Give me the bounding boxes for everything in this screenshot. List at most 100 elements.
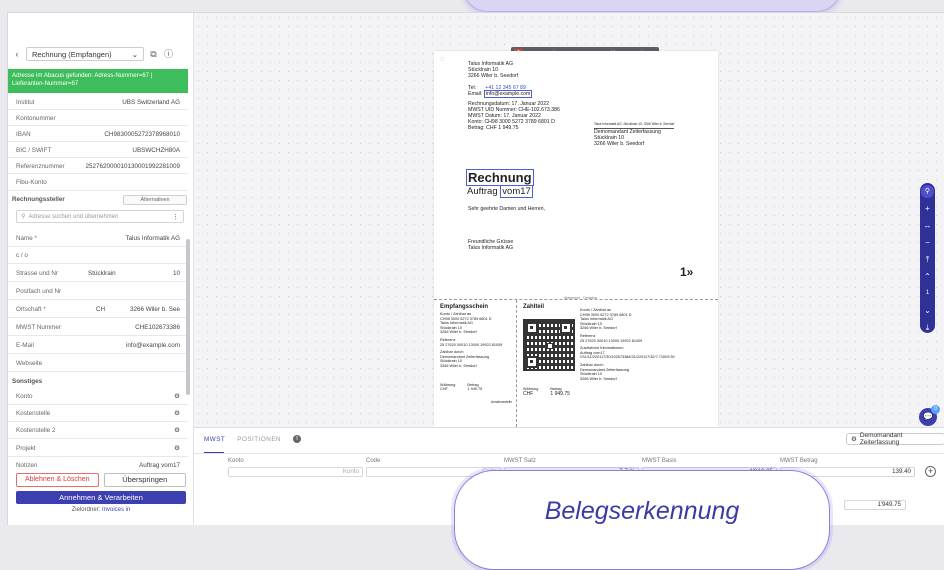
field-fibu-konto[interactable]: Fibu-Konto (16, 177, 180, 187)
currency-value: CHF (440, 387, 448, 392)
field-label: Kostenstelle 2 (16, 426, 56, 434)
settings-icon[interactable]: ⚙ (174, 444, 180, 452)
total-amount: 1'949.75 (844, 500, 906, 510)
divider (8, 353, 188, 354)
zoom-in-icon[interactable]: + (921, 202, 934, 215)
chat-button[interactable]: 💬 0 (919, 405, 940, 426)
receipt-title: Empfangsschein (440, 304, 489, 310)
receipt-amount: Währung CHF Betrag 1 949.75 (440, 383, 512, 392)
add-row-button[interactable]: + (925, 466, 936, 477)
konto-input[interactable]: Konto (228, 467, 363, 477)
field-email[interactable]: E-Mail info@example.com (16, 340, 180, 350)
settings-icon[interactable]: ⚙ (174, 426, 180, 434)
target-folder-link[interactable]: Invoices in (102, 507, 130, 513)
field-mwst-nummer[interactable]: MWST Nummer CHE102673386 (16, 322, 180, 332)
invoice-title: Rechnung (466, 169, 534, 186)
first-page-icon[interactable]: ⤒ (921, 253, 934, 266)
settings-icon[interactable]: ⚙ (174, 409, 180, 417)
field-projekt[interactable]: Projekt ⚙ (16, 443, 180, 453)
field-label: E-Mail (16, 341, 34, 349)
info-icon[interactable]: ⓘ (163, 49, 174, 60)
recipient-address: Demomandant Zeiterfassung Stücklrain 10 … (594, 129, 661, 147)
tab-divider (194, 453, 944, 454)
document-viewer[interactable]: A QR-Rechnungen_NEU.pdf - 10 Seiten ◌ Ta… (194, 13, 944, 427)
currency-value: CHF (523, 390, 534, 397)
cut-label: Abtrennen · Detacher (564, 296, 598, 300)
divider (8, 157, 188, 158)
field-label: Projekt (16, 444, 36, 452)
field-kontonummer[interactable]: Kontonummer (16, 113, 180, 123)
page-number-indicator: 1 (925, 290, 930, 296)
top-banner-pill (462, 0, 842, 12)
left-scrollbar[interactable] (186, 239, 190, 395)
last-page-icon[interactable]: ⤓ (921, 321, 934, 334)
back-chevron-icon[interactable]: ‹ (12, 49, 22, 59)
field-iban[interactable]: IBAN CH9830005272378968010 (16, 129, 180, 139)
column-header-code: Code (366, 458, 381, 464)
field-label: Konto (16, 392, 33, 400)
fit-width-icon[interactable]: ↔ (921, 219, 934, 232)
sender-line: 3266 Wiler b. Seedorf (468, 73, 519, 79)
eye-off-icon[interactable]: ◌ (440, 56, 444, 63)
chevron-down-icon: ⌄ (131, 49, 138, 59)
accept-process-button[interactable]: Annehmen & Verarbeiten (16, 491, 186, 504)
tab-mwst[interactable]: MWST (204, 436, 225, 443)
cyclist-icon[interactable]: ⚲ (921, 185, 934, 198)
info-icon[interactable]: ! (293, 435, 302, 443)
divider (8, 404, 188, 405)
field-co[interactable]: c / o (16, 250, 180, 260)
document-type-select[interactable]: Rechnung (Empfangen) ⌄ (26, 47, 144, 61)
address-search-input[interactable]: ⚲ Adresse suchen und übernehmen ⋮ (16, 210, 184, 223)
field-value: Auftrag vom17 (139, 461, 180, 469)
field-konto[interactable]: Konto ⚙ (16, 391, 180, 401)
document-header: ‹ Rechnung (Empfangen) ⌄ ⧉ ⓘ (12, 47, 192, 61)
amount-value: 1 949.75 (467, 387, 483, 392)
field-referenznummer[interactable]: Referenznummer 2527620000101300019922810… (16, 161, 180, 171)
qr-finder (526, 322, 538, 334)
field-strasse[interactable]: Strasse und Nr Stücklrain 10 (16, 268, 180, 278)
return-address: Talus Informatik AG, Stücklrain 10, 3266… (594, 122, 675, 129)
field-label: Notizen (16, 461, 38, 469)
form-scroll-area[interactable]: Institut UBS Switzerland AG Kontonummer … (8, 93, 194, 471)
previous-page-icon[interactable]: ⌃ (921, 270, 934, 283)
field-kostenstelle-2[interactable]: Kostenstelle 2 ⚙ (16, 425, 180, 435)
next-page-icon[interactable]: ⌄ (921, 304, 934, 317)
field-label: Referenznummer (16, 162, 65, 170)
field-bic[interactable]: BIC / SWIFT UBSWCHZH80A (16, 145, 180, 155)
search-icon: ⚲ (21, 214, 26, 220)
field-name[interactable]: Name * Talus Informatik AG (16, 233, 180, 243)
zoom-out-icon[interactable]: − (921, 236, 934, 249)
reject-delete-button[interactable]: Ablehnen & Löschen (16, 473, 99, 487)
payment-title: Zahlteil (523, 304, 545, 310)
field-label: BIC / SWIFT (16, 146, 52, 154)
field-notizen[interactable]: Notizen Auftrag vom17 (16, 460, 180, 470)
divider (8, 190, 188, 191)
mandant-button[interactable]: ⚙ Demomandant Zeiterfassung (846, 432, 944, 446)
app-window: ‹ Rechnung (Empfangen) ⌄ ⧉ ⓘ Adresse im … (7, 12, 944, 525)
feature-label-pill: Belegserkennung (454, 470, 830, 570)
divider (8, 438, 188, 439)
settings-icon[interactable]: ⚙ (174, 392, 180, 400)
qr-finder (560, 322, 572, 334)
skip-button[interactable]: Überspringen (103, 473, 186, 487)
field-webseite[interactable]: Webseite (16, 358, 180, 368)
divider (8, 299, 188, 300)
divider (8, 456, 188, 457)
field-ortschaft[interactable]: Ortschaft * CH 3266 Wiler b. See (16, 304, 180, 314)
copy-icon[interactable]: ⧉ (148, 49, 159, 60)
field-institut[interactable]: Institut UBS Switzerland AG (16, 97, 180, 107)
divider (8, 263, 188, 264)
feature-label: Belegserkennung (544, 496, 740, 525)
email-label: Email: (468, 91, 483, 97)
swiss-cross-icon (547, 343, 553, 349)
more-options-icon[interactable]: ⋮ (172, 213, 179, 221)
field-value: Talus Informatik AG (125, 234, 180, 242)
field-postfach[interactable]: Postfach und Nr (16, 286, 180, 296)
receipt-section: Empfangsschein Konto / Zahlbar an CH98 3… (440, 304, 512, 404)
tab-positionen[interactable]: POSITIONEN (237, 436, 281, 443)
closing: Freundliche Grüsse Talus Informatik AG (468, 239, 513, 251)
alternatives-button[interactable]: Alternativen (123, 195, 187, 205)
section-rechnungssteller: Rechnungssteller (12, 196, 65, 203)
field-kostenstelle[interactable]: Kostenstelle ⚙ (16, 408, 180, 418)
email-line: Email: info@example.com (468, 90, 533, 98)
